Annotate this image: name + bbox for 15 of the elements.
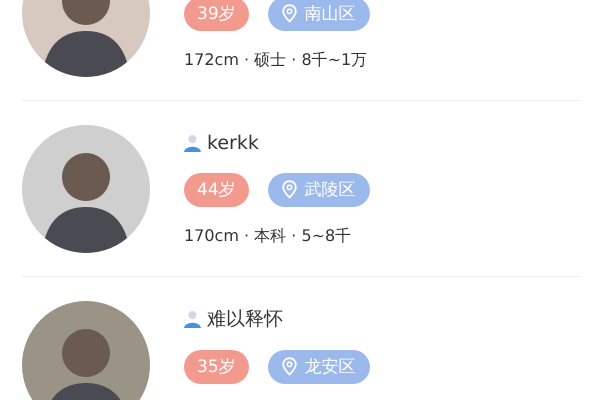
user-icon bbox=[184, 134, 201, 152]
location-pin-icon bbox=[282, 4, 297, 23]
district-tag: 南山区 bbox=[268, 0, 370, 30]
district-tag: 武陵区 bbox=[268, 172, 370, 206]
username: 难以释怀 bbox=[207, 306, 283, 332]
username: kerkk bbox=[207, 132, 259, 154]
age-tag: 35岁 bbox=[184, 350, 249, 384]
location-pin-icon bbox=[282, 180, 297, 199]
profile-details: 172cm · 硕士 · 8千~1万 bbox=[184, 48, 368, 70]
profile-details: 170cm · 本科 · 5~8千 bbox=[184, 224, 352, 246]
age-tag: 44岁 bbox=[184, 172, 249, 206]
location-pin-icon bbox=[282, 357, 297, 376]
age-tag: 39岁 bbox=[184, 0, 249, 30]
user-icon bbox=[184, 310, 201, 328]
district-tag: 龙安区 bbox=[268, 350, 370, 384]
